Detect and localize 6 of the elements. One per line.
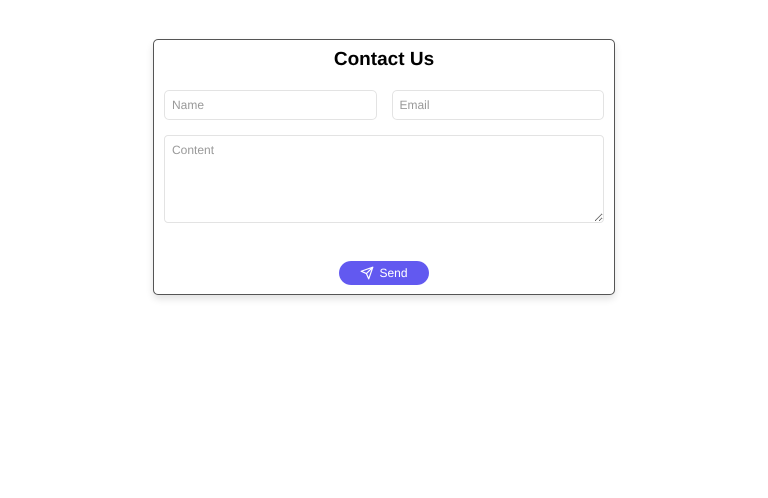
text-field[interactable]: Email [392, 90, 604, 120]
form-title: Contact Us [332, 48, 436, 72]
send-button[interactable]: Send [339, 261, 429, 285]
paper-plane-icon [360, 266, 374, 280]
content-field[interactable]: Content [164, 135, 604, 223]
text-field[interactable]: Name [164, 90, 376, 120]
